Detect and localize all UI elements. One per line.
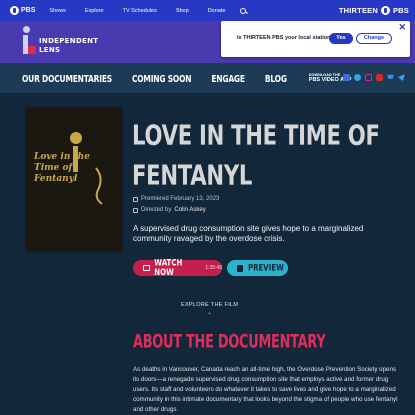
poster-title-line-2: Time of <box>34 163 73 173</box>
pbs-nav-shows[interactable]: Shows <box>49 8 66 14</box>
director-line: Directed by Colin Askey <box>133 207 206 213</box>
pbs-nav: Shows Explore TV Schedules Shop Donate <box>49 7 265 14</box>
app-small-text: DOWNLOAD THE <box>308 72 341 77</box>
facebook-icon[interactable] <box>343 74 350 81</box>
film-title: LOVE IN THE TIME OF FENTANYL <box>132 120 380 192</box>
directed-prefix: Directed by <box>141 207 172 213</box>
logo-line-1: INDEPENDENT <box>39 37 99 45</box>
yes-button[interactable]: Yes <box>329 33 353 44</box>
preview-icon <box>237 264 243 272</box>
premiered-line: Premiered February 13, 2023 <box>133 196 219 202</box>
station-confirm-popup: ✕ Is THIRTEEN PBS your local station? Ye… <box>221 21 410 57</box>
director-icon <box>133 207 138 213</box>
cart-icon[interactable] <box>387 74 394 79</box>
pbs-top-bar: PBS Shows Explore TV Schedules Shop Dona… <box>0 0 415 21</box>
pbs-nav-shop[interactable]: Shop <box>176 8 189 14</box>
search-icon[interactable] <box>240 7 247 14</box>
chevron-down-icon: ⌄ <box>206 310 213 316</box>
twitter-icon[interactable] <box>354 74 361 81</box>
telegram-icon[interactable] <box>398 74 405 81</box>
premiered-date: Premiered February 13, 2023 <box>141 196 220 202</box>
film-poster: Love in the Time of Fentanyl <box>26 108 122 251</box>
preview-label: PREVIEW <box>248 263 284 273</box>
station-name: THIRTEEN <box>338 6 378 15</box>
independent-lens-logo[interactable]: INDEPENDENT LENS <box>22 26 98 56</box>
video-icon <box>143 265 151 271</box>
pbs-nav-explore[interactable]: Explore <box>85 8 104 14</box>
poster-title-line-3: Fentanyl <box>34 174 78 184</box>
youtube-icon[interactable] <box>376 74 383 81</box>
about-body: As deaths in Vancouver, Canada reach an … <box>133 366 398 413</box>
watch-duration: 1:25:48 <box>205 265 222 271</box>
pbs-logo-text: PBS <box>21 7 36 14</box>
film-description: A supervised drug consumption site gives… <box>133 224 364 243</box>
close-icon[interactable]: ✕ <box>398 22 406 33</box>
watch-now-label: WATCH NOW <box>154 258 183 278</box>
pbs-head-icon <box>380 6 390 15</box>
logo-line-2: LENS <box>39 46 61 54</box>
pbs-nav-donate[interactable]: Donate <box>208 8 226 14</box>
station-question: Is THIRTEEN PBS your local station? <box>237 35 334 41</box>
explore-the-film-link[interactable]: EXPLORE THE FILM ⌄ <box>181 302 238 316</box>
independent-lens-mark-icon <box>22 26 36 56</box>
pbs-logo[interactable]: PBS <box>10 6 35 15</box>
station-logo[interactable]: THIRTEEN PBS <box>339 6 409 15</box>
explore-label: EXPLORE THE FILM <box>181 302 239 308</box>
station-pbs-text: PBS <box>392 6 409 15</box>
director-name[interactable]: Colin Askey <box>174 207 205 213</box>
pbs-head-icon <box>10 6 19 15</box>
calendar-icon <box>133 196 138 202</box>
nav-blog[interactable]: BLOG <box>265 72 287 84</box>
pbs-nav-tv-schedules[interactable]: TV Schedules <box>123 8 157 14</box>
about-heading: ABOUT THE DOCUMENTARY <box>133 330 326 353</box>
watch-now-button[interactable]: WATCH NOW 1:25:48 <box>133 258 222 278</box>
nav-engage[interactable]: ENGAGE <box>211 72 245 84</box>
change-button[interactable]: Change <box>356 33 392 44</box>
nav-coming-soon[interactable]: COMING SOON <box>132 72 192 84</box>
instagram-icon[interactable] <box>365 74 372 81</box>
preview-button[interactable]: PREVIEW <box>227 260 288 276</box>
show-nav: OUR DOCUMENTARIES COMING SOON ENGAGE BLO… <box>0 63 415 93</box>
nav-our-documentaries[interactable]: OUR DOCUMENTARIES <box>22 72 112 84</box>
poster-title-line-1: Love in the <box>34 152 90 162</box>
social-links <box>343 74 405 81</box>
